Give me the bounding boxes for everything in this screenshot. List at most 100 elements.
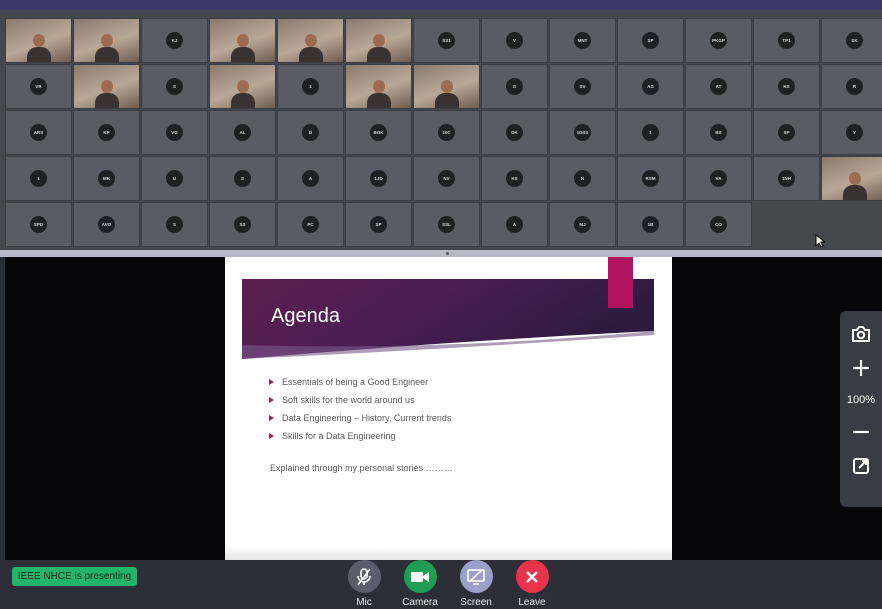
participant-tile[interactable]: SP (345, 202, 412, 247)
participant-avatar: BOK (370, 124, 387, 141)
zoom-in-button[interactable] (846, 353, 876, 383)
slide-bullet: Soft skills for the world around us (269, 391, 451, 409)
participant-tile[interactable]: RSM (617, 156, 684, 201)
participant-video-tile[interactable] (345, 64, 412, 109)
participant-video-tile[interactable] (5, 18, 72, 63)
participant-tile[interactable]: MJ (549, 202, 616, 247)
participant-tile[interactable]: R (821, 64, 882, 109)
mic-control[interactable]: Mic (342, 560, 386, 608)
screen-share-off-icon (467, 568, 485, 585)
pop-out-button[interactable] (846, 451, 876, 481)
participant-video-feed (366, 80, 391, 108)
slide-title: Agenda (271, 305, 340, 327)
leave-control[interactable]: Leave (510, 560, 554, 608)
participant-tile[interactable]: AL (209, 110, 276, 155)
participant-tile[interactable]: ARS (5, 110, 72, 155)
participant-tile[interactable]: TP1 (753, 18, 820, 63)
participant-video-feed (230, 34, 255, 62)
participant-tile[interactable]: SS (209, 202, 276, 247)
participant-tile[interactable]: DK (481, 110, 548, 155)
screenshot-button[interactable] (846, 319, 876, 349)
participant-video-tile[interactable] (345, 18, 412, 63)
participant-tile[interactable]: SSL (413, 202, 480, 247)
participant-tile[interactable]: KS (753, 64, 820, 109)
participant-video-tile[interactable] (277, 18, 344, 63)
participant-tile[interactable]: SPD (5, 202, 72, 247)
participant-gallery: KJ SS1 V MNT SP PKGP TP1 SK VR S 1 G SV AG AT KS R ARS KP V… (0, 10, 882, 250)
participant-avatar: MK (98, 170, 115, 187)
participant-tile[interactable]: A (481, 202, 548, 247)
participant-tile[interactable]: VR (5, 64, 72, 109)
participant-video-tile[interactable] (209, 64, 276, 109)
participant-tile[interactable]: 1DSS (549, 110, 616, 155)
participant-avatar: CO (710, 216, 727, 233)
participant-avatar: SV (574, 78, 591, 95)
participant-tile[interactable]: D (277, 110, 344, 155)
participant-video-tile[interactable] (821, 156, 882, 201)
slide-accent-bar (608, 257, 633, 308)
participant-tile[interactable]: S (209, 156, 276, 201)
participant-tile[interactable]: AT (685, 64, 752, 109)
participant-tile[interactable]: CO (685, 202, 752, 247)
participant-tile[interactable]: AVO (73, 202, 140, 247)
participant-avatar: SK (846, 32, 863, 49)
participant-tile[interactable]: PC (277, 202, 344, 247)
participant-tile[interactable]: S (141, 64, 208, 109)
participant-tile[interactable]: 1 (617, 110, 684, 155)
leave-button[interactable] (515, 560, 549, 593)
participant-tile[interactable]: VA (685, 156, 752, 201)
participant-tile[interactable]: S (141, 202, 208, 247)
participant-tile[interactable]: MK (73, 156, 140, 201)
zoom-toolbar: 100% (840, 311, 882, 507)
participant-tile[interactable]: MNT (549, 18, 616, 63)
participant-tile[interactable]: 1B (617, 202, 684, 247)
participant-video-feed (434, 80, 459, 108)
participant-tile[interactable]: 10C (413, 110, 480, 155)
participant-avatar: SS1 (438, 32, 455, 49)
participant-tile[interactable]: 1JD (345, 156, 412, 201)
participant-tile[interactable]: G (481, 64, 548, 109)
participant-tile[interactable]: 1NH (753, 156, 820, 201)
participant-tile[interactable]: V (481, 18, 548, 63)
participant-video-tile[interactable] (73, 18, 140, 63)
slide-bullet: Essentials of being a Good Engineer (269, 373, 451, 391)
participant-avatar: MJ (574, 216, 591, 233)
participant-avatar: TP1 (778, 32, 795, 49)
participant-video-tile[interactable] (209, 18, 276, 63)
participant-tile[interactable]: KJ (141, 18, 208, 63)
participant-tile[interactable]: BS (685, 110, 752, 155)
participant-video-tile[interactable] (73, 64, 140, 109)
participant-avatar: R (846, 78, 863, 95)
participant-tile[interactable]: SV (549, 64, 616, 109)
participant-avatar: AG (642, 78, 659, 95)
zoom-level: 100% (846, 394, 876, 406)
participant-tile[interactable]: VG (141, 110, 208, 155)
participant-tile[interactable]: 1 (277, 64, 344, 109)
participant-video-tile[interactable] (413, 64, 480, 109)
participant-avatar: U (166, 170, 183, 187)
gallery-resize-handle[interactable] (0, 250, 882, 257)
participant-tile[interactable]: AG (617, 64, 684, 109)
mic-off-icon (357, 567, 371, 585)
participant-tile[interactable]: BOK (345, 110, 412, 155)
participant-tile[interactable]: 1 (5, 156, 72, 201)
screen-share-button[interactable] (459, 560, 493, 593)
participant-tile[interactable]: SK (821, 18, 882, 63)
participant-avatar: S (234, 170, 251, 187)
participant-tile[interactable]: SP (753, 110, 820, 155)
participant-tile[interactable]: SS1 (413, 18, 480, 63)
zoom-out-button[interactable] (846, 417, 876, 447)
camera-button[interactable] (403, 560, 437, 593)
participant-tile[interactable]: A (277, 156, 344, 201)
participant-tile[interactable]: KS (481, 156, 548, 201)
participant-tile[interactable]: SP (617, 18, 684, 63)
mic-button[interactable] (347, 560, 381, 593)
participant-tile[interactable]: U (141, 156, 208, 201)
participant-tile[interactable]: PKGP (685, 18, 752, 63)
participant-tile[interactable]: N (549, 156, 616, 201)
camera-control[interactable]: Camera (398, 560, 442, 608)
participant-tile[interactable]: KP (73, 110, 140, 155)
screen-control[interactable]: Screen (454, 560, 498, 608)
participant-tile[interactable]: Y (821, 110, 882, 155)
participant-tile[interactable]: NV (413, 156, 480, 201)
